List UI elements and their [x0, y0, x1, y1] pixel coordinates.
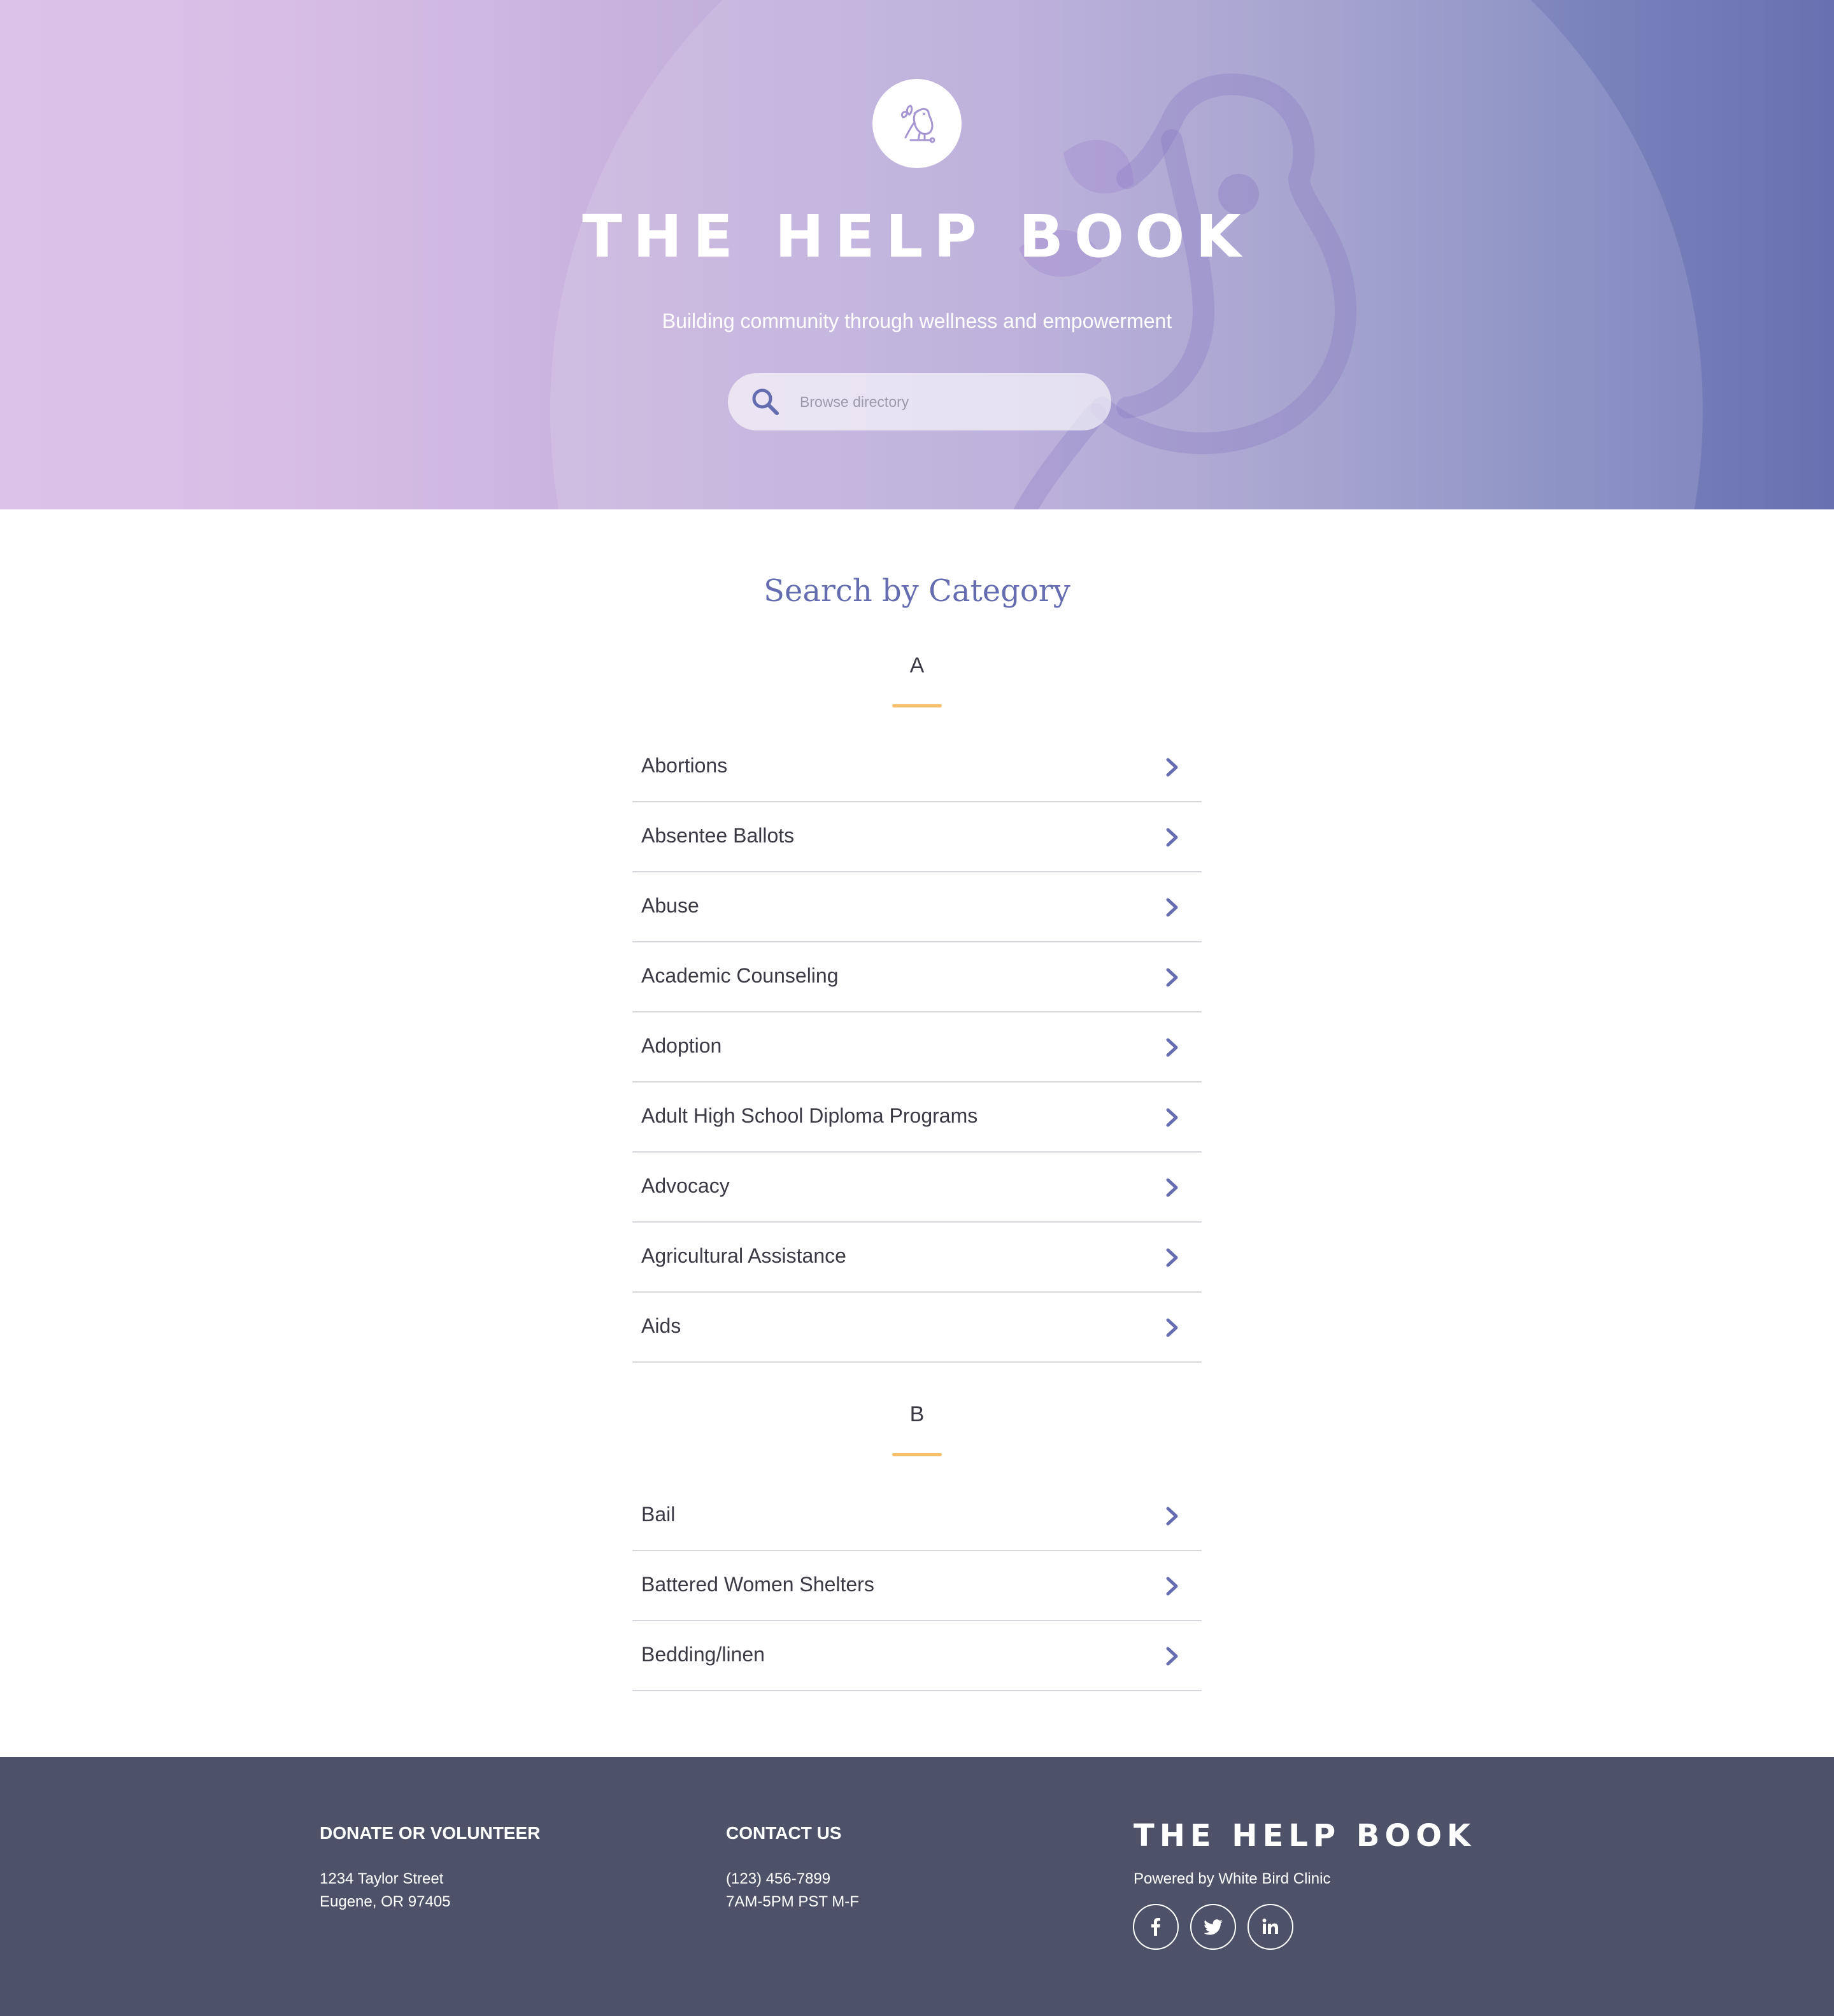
footer-brand-title: THE HELP BOOK [1134, 1818, 1476, 1854]
site-tagline: Building community through wellness and … [662, 309, 1172, 332]
linkedin-button[interactable] [1248, 1904, 1293, 1950]
letter-underline [892, 704, 942, 707]
logo[interactable] [872, 79, 962, 168]
site-title: THE HELP BOOK [582, 202, 1252, 271]
category-label: Agricultural Assistance [641, 1244, 846, 1267]
donate-heading[interactable]: DONATE OR VOLUNTEER [320, 1823, 540, 1843]
category-label: Adult High School Diploma Programs [641, 1104, 978, 1127]
letter-underline [892, 1453, 942, 1456]
category-label: Adoption [641, 1034, 722, 1057]
category-row[interactable]: Bail [632, 1481, 1202, 1551]
chevron-right-icon [1166, 898, 1178, 917]
category-row[interactable]: Adoption [632, 1012, 1202, 1083]
twitter-button[interactable] [1190, 1904, 1236, 1950]
facebook-button[interactable] [1133, 1904, 1179, 1950]
chevron-right-icon [1166, 1507, 1178, 1526]
powered-by: Powered by White Bird Clinic [1134, 1870, 1331, 1887]
contact-hours: 7AM-5PM PST M-F [726, 1893, 859, 1910]
category-row[interactable]: Abortions [632, 732, 1202, 802]
letter-heading-a: A [909, 653, 925, 678]
chevron-right-icon [1166, 1647, 1178, 1666]
category-row[interactable]: Bedding/linen [632, 1621, 1202, 1691]
contact-heading[interactable]: CONTACT US [726, 1823, 841, 1843]
chevron-right-icon [1166, 1178, 1178, 1197]
address-line-1: 1234 Taylor Street [320, 1870, 444, 1887]
address-line-2: Eugene, OR 97405 [320, 1893, 451, 1910]
category-row[interactable]: Agricultural Assistance [632, 1223, 1202, 1293]
category-label: Bedding/linen [641, 1643, 765, 1666]
category-label: Bail [641, 1503, 676, 1526]
category-label: Abortions [641, 754, 728, 777]
section-title: Search by Category [764, 573, 1070, 609]
category-label: Aids [641, 1314, 681, 1337]
twitter-icon [1204, 1919, 1223, 1935]
category-label: Academic Counseling [641, 964, 839, 987]
search-bar[interactable]: Browse directory [728, 373, 1111, 430]
category-row[interactable]: Aids [632, 1293, 1202, 1363]
category-row[interactable]: Absentee Ballots [632, 802, 1202, 872]
chevron-right-icon [1166, 1318, 1178, 1337]
category-list-b: Bail Battered Women Shelters Bedding/lin… [632, 1481, 1202, 1691]
category-label: Absentee Ballots [641, 824, 795, 847]
chevron-right-icon [1166, 1108, 1178, 1127]
chevron-right-icon [1166, 828, 1178, 847]
hero-banner: THE HELP BOOK Building community through… [0, 0, 1834, 509]
category-label: Abuse [641, 894, 699, 917]
facebook-icon [1151, 1918, 1160, 1936]
contact-phone[interactable]: (123) 456-7899 [726, 1870, 830, 1888]
category-label: Battered Women Shelters [641, 1573, 874, 1596]
chevron-right-icon [1166, 758, 1178, 777]
category-row[interactable]: Abuse [632, 872, 1202, 942]
linkedin-icon [1262, 1919, 1278, 1934]
search-icon[interactable] [751, 387, 780, 416]
category-row[interactable]: Adult High School Diploma Programs [632, 1083, 1202, 1153]
chevron-right-icon [1166, 1248, 1178, 1267]
category-row[interactable]: Academic Counseling [632, 942, 1202, 1012]
chevron-right-icon [1166, 1038, 1178, 1057]
chevron-right-icon [1166, 968, 1178, 987]
search-input[interactable]: Browse directory [800, 394, 909, 411]
chevron-right-icon [1166, 1577, 1178, 1596]
category-label: Advocacy [641, 1174, 730, 1197]
category-row[interactable]: Battered Women Shelters [632, 1551, 1202, 1621]
bird-icon [900, 104, 935, 143]
category-list-a: Abortions Absentee Ballots Abuse Academi… [632, 732, 1202, 1363]
letter-heading-b: B [909, 1402, 925, 1426]
footer: DONATE OR VOLUNTEER 1234 Taylor Street E… [0, 1757, 1834, 2016]
category-row[interactable]: Advocacy [632, 1153, 1202, 1223]
